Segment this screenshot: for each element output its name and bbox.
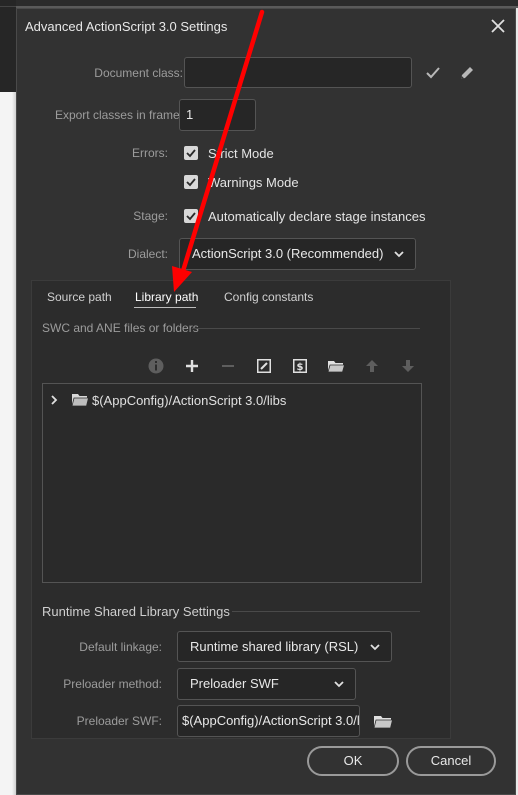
dialect-select[interactable]: ActionScript 3.0 (Recommended) (179, 238, 416, 270)
checkmark-icon (426, 67, 440, 79)
preloader-method-value: Preloader SWF (190, 676, 279, 691)
remove-path-button[interactable] (219, 357, 237, 375)
checkmark-icon (186, 178, 196, 187)
browse-swc-icon (257, 359, 271, 373)
chevron-right-icon[interactable] (49, 394, 59, 406)
remove-icon (222, 365, 234, 367)
list-item[interactable]: $(AppConfig)/ActionScript 3.0/libs (43, 392, 421, 410)
strict-mode-label: Strict Mode (208, 146, 274, 161)
ok-button[interactable]: OK (307, 746, 399, 776)
dialog-title: Advanced ActionScript 3.0 Settings (25, 19, 228, 34)
rsl-section-title: Runtime Shared Library Settings (42, 604, 230, 619)
auto-declare-label: Automatically declare stage instances (208, 209, 426, 224)
flex-sdk-button[interactable]: $ (291, 357, 309, 375)
preloader-swf-input[interactable]: $(AppConfig)/ActionScript 3.0/libs/11.0/… (177, 705, 360, 737)
document-class-label: Document class: (94, 66, 183, 80)
errors-label: Errors: (132, 146, 168, 160)
pencil-icon (461, 67, 473, 79)
library-path-list[interactable]: $(AppConfig)/ActionScript 3.0/libs (42, 383, 422, 583)
move-down-icon (402, 360, 414, 372)
browse-folder-icon (327, 361, 346, 373)
chevron-down-icon (334, 681, 344, 688)
paths-panel: Source path Library path Config constant… (31, 280, 451, 739)
preloader-method-label: Preloader method: (63, 677, 162, 691)
close-button[interactable] (489, 17, 507, 35)
library-path-text: $(AppConfig)/ActionScript 3.0/libs (92, 393, 287, 408)
default-linkage-select[interactable]: Runtime shared library (RSL) (177, 631, 392, 662)
dialect-value: ActionScript 3.0 (Recommended) (192, 246, 384, 261)
swc-section-title: SWC and ANE files or folders (42, 321, 199, 335)
preloader-swf-label: Preloader SWF: (76, 714, 162, 728)
tab-source-path[interactable]: Source path (47, 290, 112, 304)
cancel-button[interactable]: Cancel (406, 746, 496, 776)
default-linkage-label: Default linkage: (79, 640, 162, 654)
add-path-button[interactable] (183, 357, 201, 375)
browse-preloader-button[interactable] (373, 711, 394, 731)
active-tab-indicator (134, 307, 196, 308)
host-app-top-strip (0, 0, 518, 8)
chevron-down-icon (394, 251, 404, 258)
dialect-label: Dialect: (127, 247, 168, 261)
title-bar: Advanced ActionScript 3.0 Settings (17, 9, 515, 45)
add-icon (186, 360, 198, 372)
auto-declare-checkbox[interactable] (184, 209, 198, 223)
move-down-button[interactable] (399, 357, 417, 375)
svg-text:$: $ (297, 362, 304, 373)
tab-library-path[interactable]: Library path (135, 290, 198, 304)
section-divider (232, 611, 420, 612)
section-divider (192, 328, 420, 329)
info-icon (147, 357, 165, 375)
browse-swc-button[interactable] (255, 357, 273, 375)
default-linkage-value: Runtime shared library (RSL) (190, 639, 359, 654)
browse-folder-button[interactable] (327, 357, 346, 375)
export-frame-input[interactable]: 1 (179, 99, 256, 131)
strict-mode-checkbox[interactable] (184, 146, 198, 160)
checkmark-icon (186, 149, 196, 158)
validate-class-button[interactable] (423, 63, 443, 83)
close-icon (491, 19, 505, 33)
flex-sdk-icon: $ (293, 359, 307, 373)
host-app-left-dark (0, 0, 16, 92)
warnings-mode-label: Warnings Mode (208, 175, 299, 190)
advanced-actionscript-settings-dialog: Advanced ActionScript 3.0 Settings Docum… (16, 8, 516, 795)
move-up-icon (366, 360, 378, 372)
preloader-method-select[interactable]: Preloader SWF (177, 668, 356, 700)
document-class-input[interactable] (184, 57, 412, 88)
folder-icon (71, 394, 89, 407)
browse-folder-icon (373, 716, 394, 729)
chevron-down-icon (370, 644, 380, 651)
stage-label: Stage: (133, 209, 168, 223)
move-up-button[interactable] (363, 357, 381, 375)
tab-config-constants[interactable]: Config constants (224, 290, 313, 304)
host-app-left-shadow (0, 92, 16, 795)
warnings-mode-checkbox[interactable] (184, 175, 198, 189)
checkmark-icon (186, 212, 196, 221)
export-frame-label: Export classes in frame: (54, 108, 183, 122)
edit-class-button[interactable] (457, 63, 477, 83)
